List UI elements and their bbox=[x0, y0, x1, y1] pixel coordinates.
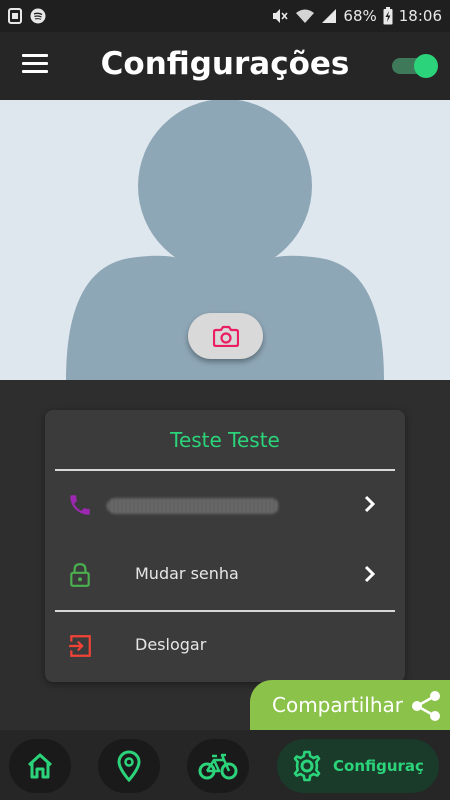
user-name: Teste Teste bbox=[170, 428, 280, 452]
logout-label: Deslogar bbox=[135, 635, 207, 654]
toggle-knob bbox=[414, 54, 438, 78]
lock-icon bbox=[70, 563, 90, 587]
chevron-right-icon bbox=[364, 495, 376, 513]
nav-home[interactable] bbox=[9, 739, 71, 793]
nav-bike[interactable] bbox=[187, 739, 249, 793]
chevron-right-icon bbox=[364, 565, 376, 583]
logout-row[interactable]: Deslogar bbox=[45, 617, 405, 677]
share-button[interactable]: Compartilhar bbox=[250, 680, 450, 730]
settings-toggle[interactable] bbox=[392, 54, 438, 78]
change-password-row[interactable]: Mudar senha bbox=[45, 546, 405, 606]
nav-location[interactable] bbox=[98, 739, 160, 793]
nav-settings-label: Configuraç bbox=[333, 757, 424, 775]
location-pin-icon bbox=[117, 750, 141, 782]
home-icon bbox=[27, 753, 53, 779]
divider bbox=[55, 469, 395, 471]
page-title: Configurações bbox=[100, 46, 350, 82]
battery-charging-icon bbox=[383, 7, 393, 25]
mute-icon bbox=[273, 9, 289, 23]
phone-icon bbox=[70, 495, 90, 515]
share-label: Compartilhar bbox=[272, 693, 403, 717]
clock: 18:06 bbox=[398, 7, 442, 25]
divider bbox=[55, 610, 395, 612]
bicycle-icon bbox=[198, 753, 238, 780]
status-bar: 68% 18:06 bbox=[0, 0, 450, 32]
change-password-label: Mudar senha bbox=[135, 564, 239, 583]
app-bar: Configurações bbox=[0, 32, 450, 100]
gear-icon bbox=[293, 750, 321, 782]
nav-settings[interactable]: Configuraç bbox=[277, 739, 439, 793]
logout-icon bbox=[69, 635, 91, 657]
account-card: Teste Teste Mudar senha Deslogar bbox=[45, 410, 405, 682]
wifi-icon bbox=[296, 9, 315, 23]
spotify-icon bbox=[30, 8, 46, 24]
battery-percent: 68% bbox=[343, 7, 377, 25]
sim-card-icon bbox=[8, 8, 22, 24]
signal-icon bbox=[322, 9, 337, 23]
bottom-nav: Configuraç bbox=[0, 730, 450, 800]
phone-row[interactable] bbox=[45, 476, 405, 536]
change-photo-button[interactable] bbox=[188, 313, 263, 359]
camera-icon bbox=[212, 325, 239, 347]
phone-number-masked bbox=[107, 498, 279, 514]
share-icon bbox=[412, 691, 440, 721]
